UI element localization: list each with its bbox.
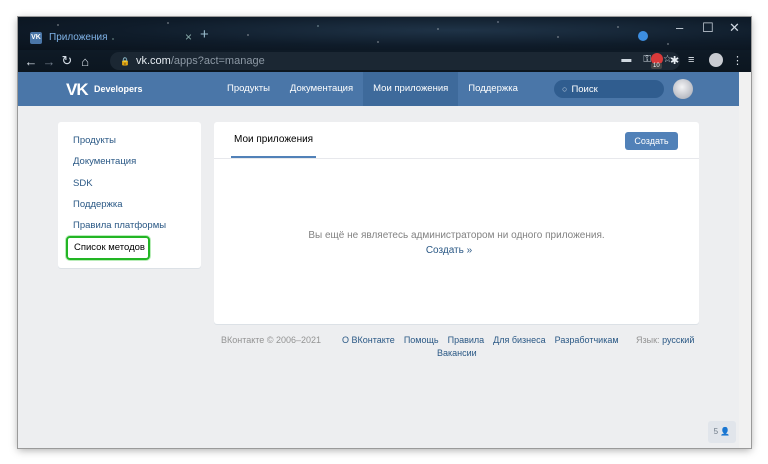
- search-box[interactable]: ○: [554, 80, 664, 98]
- brand-label[interactable]: Developers: [94, 84, 143, 94]
- search-icon: ○: [562, 84, 568, 94]
- footer-link-help[interactable]: Помощь: [404, 335, 439, 345]
- url-path: /apps?act=manage: [170, 55, 265, 67]
- lock-icon: 🔒: [120, 56, 130, 66]
- nav-docs[interactable]: Документация: [280, 72, 363, 106]
- menu-item-sdk[interactable]: SDK: [58, 173, 201, 194]
- footer-links: О ВКонтакте Помощь Правила Для бизнеса Р…: [342, 335, 619, 345]
- cast-icon[interactable]: ▬: [621, 54, 631, 65]
- extension-badge: 10: [651, 63, 662, 69]
- reload-icon[interactable]: ↻: [58, 53, 76, 69]
- nav-my-apps[interactable]: Мои приложения: [363, 72, 459, 106]
- browser-tab[interactable]: VK Приложения ×: [26, 25, 196, 50]
- footer-link-about[interactable]: О ВКонтакте: [342, 335, 395, 345]
- footer-link-business[interactable]: Для бизнеса: [493, 335, 546, 345]
- create-app-button[interactable]: Создать: [625, 132, 678, 150]
- footer-link-vacancies[interactable]: Вакансии: [437, 348, 477, 358]
- omnibox-icons: ▬ ⚿ ☆: [621, 54, 672, 65]
- browser-window: VK Приложения × + – ☐ ✕ ← → ↻ ⌂ 🔒 vk.com…: [18, 17, 751, 448]
- footer-link-rules[interactable]: Правила: [448, 335, 485, 345]
- page-scrollbar[interactable]: [739, 72, 751, 448]
- url-host: vk.com: [135, 55, 171, 67]
- tab-my-apps[interactable]: Мои приложения: [231, 122, 317, 158]
- back-icon[interactable]: ←: [22, 54, 40, 69]
- menu-item-methods-list[interactable]: Список методов: [66, 236, 150, 261]
- empty-state-message: Вы ещё не являетесь администратором ни о…: [308, 230, 605, 241]
- user-avatar[interactable]: [673, 79, 693, 99]
- menu-item-platform-rules[interactable]: Правила платформы: [58, 215, 201, 236]
- maximize-icon[interactable]: ☐: [702, 20, 714, 36]
- vk-logo-icon[interactable]: VK: [66, 80, 89, 100]
- nav-products[interactable]: Продукты: [217, 72, 280, 106]
- close-window-icon[interactable]: ✕: [729, 20, 740, 36]
- tab-title: Приложения: [49, 32, 108, 43]
- new-tab-icon[interactable]: +: [200, 26, 209, 43]
- profile-indicator-icon[interactable]: [638, 31, 648, 41]
- browser-toolbar: ← → ↻ ⌂ 🔒 vk.com/apps?act=manage ▬ ⚿ ☆ 1…: [18, 50, 751, 72]
- menu-item-products[interactable]: Продукты: [58, 130, 201, 151]
- menu-item-docs[interactable]: Документация: [58, 151, 201, 172]
- online-users-badge[interactable]: 5 👤: [708, 421, 736, 443]
- search-input[interactable]: [571, 83, 652, 95]
- browser-titlebar: VK Приложения × + – ☐ ✕: [18, 17, 751, 50]
- browser-menu-icon[interactable]: ⋮: [732, 54, 743, 67]
- browser-profile-avatar[interactable]: [709, 53, 723, 67]
- puzzle-extensions-icon[interactable]: ✱: [670, 54, 679, 67]
- vk-favicon-icon: VK: [30, 31, 42, 44]
- vk-header: VK Developers Продукты Документация Мои …: [18, 72, 739, 106]
- card-divider: [214, 158, 699, 159]
- footer-language: Язык: русский: [636, 335, 694, 345]
- top-nav: Продукты Документация Мои приложения Под…: [217, 72, 528, 106]
- menu-item-support[interactable]: Поддержка: [58, 194, 201, 215]
- nav-support[interactable]: Поддержка: [458, 72, 528, 106]
- empty-state-create-link[interactable]: Создать »: [214, 245, 684, 256]
- key-icon[interactable]: ⚿: [643, 54, 651, 65]
- tab-close-icon[interactable]: ×: [185, 30, 192, 44]
- language-value[interactable]: русский: [662, 335, 694, 345]
- forward-icon[interactable]: →: [40, 54, 58, 69]
- online-count: 5: [713, 427, 719, 436]
- minimize-icon[interactable]: –: [676, 20, 683, 35]
- person-icon: 👤: [720, 427, 731, 436]
- address-bar[interactable]: 🔒 vk.com/apps?act=manage ▬ ⚿ ☆: [110, 52, 680, 70]
- home-icon[interactable]: ⌂: [76, 54, 94, 69]
- language-label: Язык:: [636, 335, 660, 345]
- apps-card: Мои приложения Создать Вы ещё не являете…: [214, 122, 699, 324]
- footer-link-developers[interactable]: Разработчикам: [555, 335, 619, 345]
- footer-copyright: ВКонтакте © 2006–2021: [221, 335, 321, 345]
- media-control-icon[interactable]: ≡: [688, 54, 694, 66]
- left-menu: Продукты Документация SDK Поддержка Прав…: [58, 122, 201, 268]
